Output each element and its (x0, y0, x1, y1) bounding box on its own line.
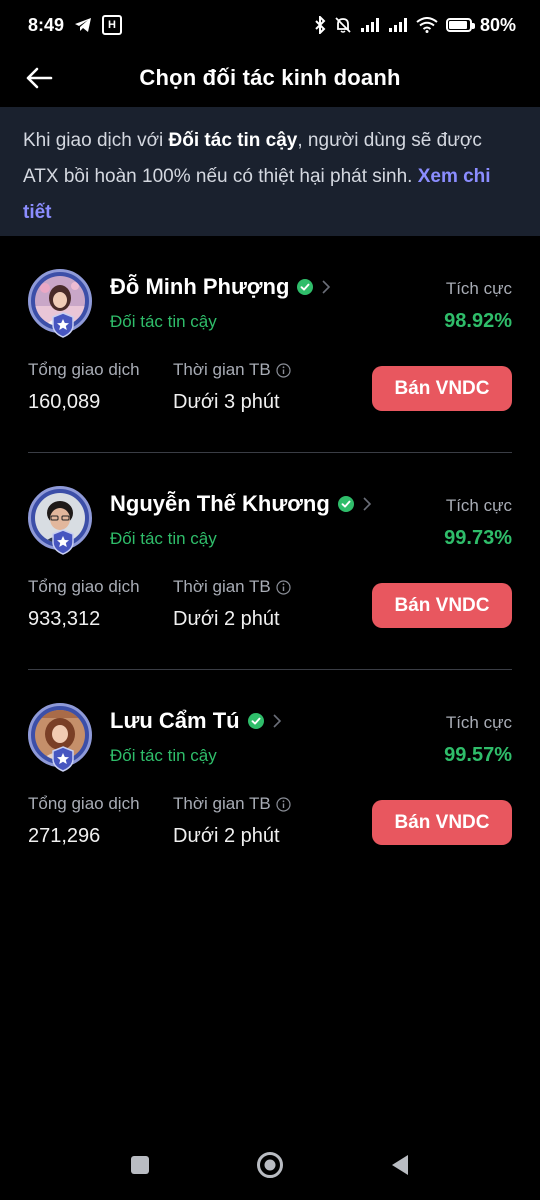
sell-vndc-button[interactable]: Bán VNDC (372, 583, 512, 628)
total-trades-label: Tổng giao dịch (28, 360, 140, 379)
total-trades-value: 271,296 (28, 825, 101, 847)
status-time: 8:49 (28, 14, 65, 35)
bluetooth-icon (314, 16, 326, 34)
total-trades-value: 933,312 (28, 608, 101, 630)
positive-rate: 99.73% (444, 527, 512, 549)
home-circle-icon (257, 1152, 283, 1178)
partner-name-row[interactable]: Đỗ Minh Phượng (110, 274, 331, 300)
banner-text-start: Khi giao dịch với (23, 130, 169, 151)
info-icon[interactable] (276, 796, 291, 812)
positive-label: Tích cực (445, 713, 512, 732)
positive-rate: 98.92% (444, 310, 512, 332)
avg-time-value: Dưới 3 phút (173, 391, 280, 413)
positive-label: Tích cực (445, 279, 512, 298)
recents-button[interactable] (120, 1145, 160, 1185)
wifi-icon (416, 17, 438, 33)
telegram-icon (74, 17, 92, 33)
info-banner: Khi giao dịch với Đối tác tin cậy, người… (0, 107, 540, 236)
verified-check-icon (297, 279, 314, 295)
partner-name: Nguyễn Thế Khương (110, 491, 330, 516)
back-button[interactable] (22, 62, 56, 94)
avg-time-value: Dưới 2 phút (173, 825, 280, 847)
trusted-partner-label: Đối tác tin cậy (110, 746, 217, 765)
partner-name-row[interactable]: Nguyễn Thế Khương (110, 491, 372, 517)
battery-icon (445, 18, 475, 32)
avg-time-label-wrap: Thời gian TB (173, 360, 291, 380)
partner-card: Lưu Cẩm Tú Đối tác tin cậy Tích cực 99.5… (28, 670, 512, 887)
info-icon[interactable] (276, 579, 291, 595)
signal-1-icon (360, 17, 380, 33)
status-bar: 8:49 H 80% (0, 0, 540, 50)
chevron-right-icon (322, 280, 331, 294)
chevron-right-icon (273, 714, 281, 728)
verified-check-icon (337, 496, 354, 512)
verified-check-icon (247, 713, 264, 729)
partner-name: Lưu Cẩm Tú (110, 708, 240, 733)
avatar[interactable] (28, 269, 92, 338)
back-nav-button[interactable] (380, 1145, 420, 1185)
status-right: 80% (314, 15, 516, 36)
trusted-partner-label: Đối tác tin cậy (110, 312, 217, 331)
total-trades-value: 160,089 (28, 391, 101, 413)
triangle-back-icon (392, 1155, 408, 1175)
avg-time-label-wrap: Thời gian TB (173, 577, 291, 597)
chevron-right-icon (363, 497, 371, 511)
trusted-partner-label: Đối tác tin cậy (110, 529, 217, 548)
positive-label: Tích cực (445, 496, 512, 515)
total-trades-label: Tổng giao dịch (28, 577, 140, 596)
shield-star-badge-icon (52, 312, 74, 338)
home-button[interactable] (250, 1145, 290, 1185)
page-title: Chọn đối tác kinh doanh (139, 65, 401, 90)
signal-2-icon (388, 17, 408, 33)
battery-fill (448, 21, 467, 29)
avg-time-label: Thời gian TB (173, 794, 271, 813)
info-icon[interactable] (276, 362, 291, 378)
status-left: 8:49 H (28, 14, 123, 36)
shield-star-badge-icon (52, 529, 74, 555)
avg-time-label: Thời gian TB (173, 577, 271, 596)
partner-name: Đỗ Minh Phượng (110, 274, 290, 299)
sell-vndc-button[interactable]: Bán VNDC (372, 800, 512, 845)
mute-bell-icon (334, 16, 352, 34)
banner-text-bold: Đối tác tin cậy (168, 130, 298, 151)
sell-vndc-button[interactable]: Bán VNDC (372, 366, 512, 411)
square-icon (131, 1156, 149, 1174)
avatar[interactable] (28, 703, 92, 772)
header: Chọn đối tác kinh doanh (0, 50, 540, 106)
app-h-icon: H (102, 15, 123, 35)
shield-star-badge-icon (52, 746, 74, 772)
partner-card: Nguyễn Thế Khương Đối tác tin cậy Tích c… (28, 453, 512, 670)
avg-time-label-wrap: Thời gian TB (173, 794, 291, 814)
total-trades-label: Tổng giao dịch (28, 794, 140, 813)
partner-card: Đỗ Minh Phượng Đối tác tin cậy Tích cực … (28, 236, 512, 453)
partner-list: Đỗ Minh Phượng Đối tác tin cậy Tích cực … (0, 236, 540, 887)
system-nav-bar (0, 1130, 540, 1200)
battery-text: 80% (479, 14, 516, 35)
avg-time-label: Thời gian TB (173, 360, 271, 379)
positive-rate: 99.57% (444, 744, 512, 766)
partner-name-row[interactable]: Lưu Cẩm Tú (110, 708, 282, 734)
avatar[interactable] (28, 486, 92, 555)
screen: 8:49 H 80% Chọn đối tác kinh doanh Khi g… (0, 0, 540, 1200)
arrow-left-icon (26, 67, 53, 89)
avg-time-value: Dưới 2 phút (173, 608, 280, 630)
